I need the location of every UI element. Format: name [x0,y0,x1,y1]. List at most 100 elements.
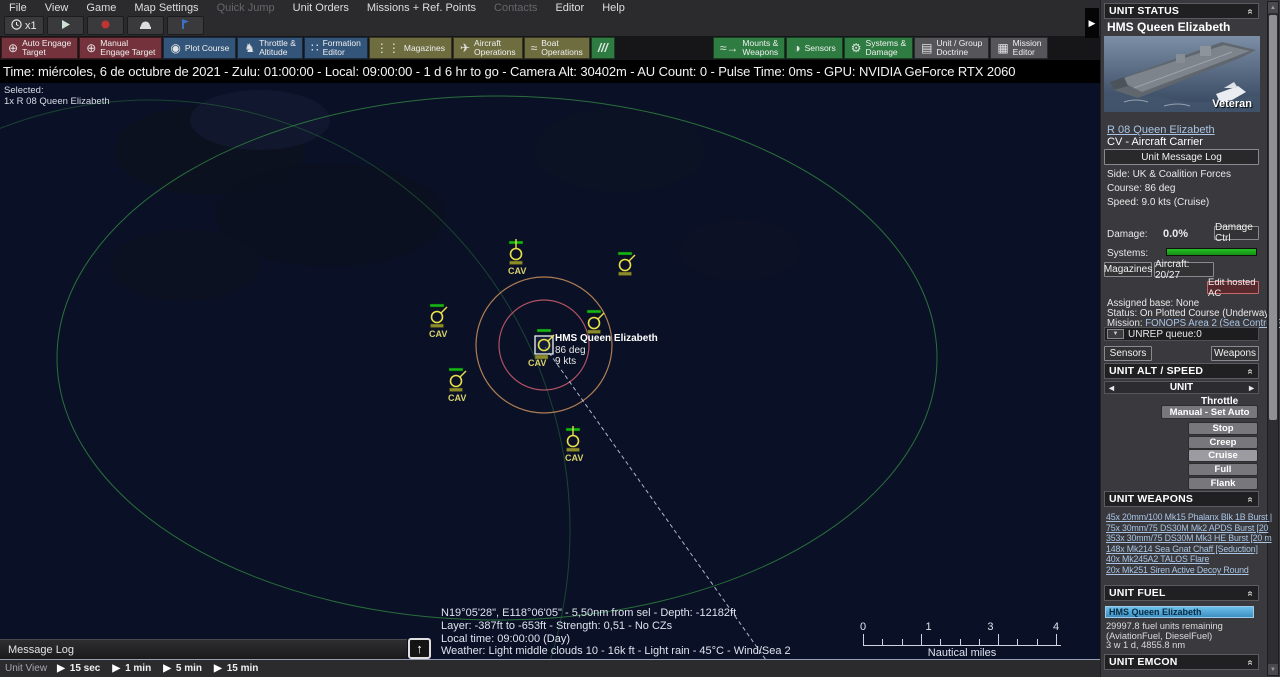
selected-label: Selected: [4,85,110,96]
unit-status-header[interactable]: UNIT STATUS » [1104,3,1259,19]
menu-item-file[interactable]: File [0,2,36,14]
magazines-button[interactable]: ⋮⋮Magazines [369,37,452,59]
expand-message-log-button[interactable]: ↑ [408,638,431,659]
throttle-icon: ♞ [244,42,255,54]
damage-label: Damage: [1107,229,1148,240]
screenshot-button[interactable] [127,16,164,35]
throttle-cruise-button[interactable]: Cruise [1188,449,1258,462]
aircraft-operations-button[interactable]: ✈Aircraft Operations [453,37,523,59]
weapon-link[interactable]: 353x 30mm/75 DS30M Mk3 HE Burst [20 m [1106,533,1272,543]
mounts-weapons-button[interactable]: ≈→Mounts & Weapons [713,37,786,59]
scale-tick [863,634,864,645]
engage-icon: ⊕ [86,42,96,54]
toolbar-button-label: Manual Engage Target [100,39,155,57]
chevron-left-icon[interactable]: ◄ [1107,383,1116,393]
menu-item-game[interactable]: Game [77,2,125,14]
manual-engage-target-button[interactable]: ⊕ Manual Engage Target [79,37,162,59]
time-step-label: 5 min [176,663,202,674]
unit-group-doctrine-button[interactable]: ▤Unit / Group Doctrine [914,37,989,59]
collapse-icon[interactable]: » [1245,497,1256,503]
unit-fuel-header[interactable]: UNIT FUEL » [1104,585,1259,601]
health-bar [537,329,551,332]
menu-item-map-settings[interactable]: Map Settings [125,2,207,14]
time-step-button-5-min[interactable]: ▶5 min [163,663,214,674]
bookmark-button[interactable] [167,16,204,35]
damage-value: 0.0% [1163,228,1188,240]
message-log-label: Message Log [0,644,74,656]
boat-operations-button[interactable]: ≈Boat Operations [524,37,590,59]
formation-editor-button[interactable]: ∷Formation Editor [304,37,368,59]
unit-emcon-header[interactable]: UNIT EMCON » [1104,654,1259,670]
menu-item-unit-orders[interactable]: Unit Orders [284,2,358,14]
slashes-icon: /// [598,42,608,54]
toolbar-button-label: Plot Course [185,44,229,53]
unit-db-link[interactable]: R 08 Queen Elizabeth [1107,124,1215,136]
unrep-queue-row[interactable]: ▼ UNREP queue:0 [1104,327,1259,341]
unit-alt-speed-header[interactable]: UNIT ALT / SPEED » [1104,363,1259,379]
weapons-panel-button[interactable]: Weapons [1211,346,1259,361]
aircraft-panel-button[interactable]: Aircraft: 20/27 [1154,262,1214,277]
collapse-icon[interactable]: » [1245,591,1256,597]
boat-icon: ≈ [531,42,538,54]
veteran-badge: Veteran [1212,98,1252,110]
chevron-down-icon[interactable]: ▼ [1107,329,1124,339]
unit-weapons-header[interactable]: UNIT WEAPONS » [1104,491,1259,507]
throttle-stop-button[interactable]: Stop [1188,422,1258,435]
magazine-bar [431,324,444,328]
damage-ctrl-button[interactable]: Damage Ctrl [1214,226,1259,240]
menu-item-missions-ref-points[interactable]: Missions + Ref. Points [358,2,485,14]
throttle-full-button[interactable]: Full [1188,463,1258,476]
throttle-creep-button[interactable]: Creep [1188,436,1258,449]
toolbar-button-label: Unit / Group Doctrine [937,39,983,57]
panel-scrollbar[interactable]: ▲ ▼ [1267,1,1279,676]
throttle-manual-auto-button[interactable]: Manual - Set Auto [1161,405,1258,419]
chevron-right-icon[interactable]: ► [1247,383,1256,393]
unit-message-log-button[interactable]: Unit Message Log [1104,149,1259,165]
unit-type-label: CV - Aircraft Carrier [1107,136,1203,148]
fuel-selected-unit[interactable]: HMS Queen Elizabeth [1105,606,1254,618]
play-icon [60,19,71,33]
weapon-link[interactable]: 75x 30mm/75 DS30M Mk2 APDS Burst [20 [1106,523,1268,533]
edit-hosted-ac-button[interactable]: Edit hosted AC [1207,281,1259,294]
tactical-map[interactable]: CAVCAVCAVCAVHMS Queen Elizabeth86 deg9 k… [0,0,1100,677]
time-step-label: 1 min [125,663,151,674]
sensors-panel-button[interactable]: Sensors [1104,346,1152,361]
time-step-button-15-min[interactable]: ▶15 min [214,663,270,674]
scroll-down-icon[interactable]: ▼ [1268,664,1278,675]
mission-editor-button[interactable]: ▦Mission Editor [990,37,1048,59]
time-compression-button[interactable]: x1 [4,16,44,35]
speed-label: Speed: 9.0 kts (Cruise) [1107,197,1209,208]
menu-item-help[interactable]: Help [593,2,634,14]
toolbar-button-label: Formation Editor [323,39,361,57]
sensors-button[interactable]: ◑Sensors [786,37,842,59]
menu-item-view[interactable]: View [36,2,78,14]
time-step-button-15-sec[interactable]: ▶15 sec [57,663,112,674]
magazines-panel-button[interactable]: Magazines [1104,262,1152,277]
collapse-icon[interactable]: » [1245,660,1256,666]
throttle-flank-button[interactable]: Flank [1188,477,1258,490]
message-log-bar[interactable]: Message Log [0,639,407,659]
time-step-button-1-min[interactable]: ▶ 1 min [112,663,163,674]
arrow-up-icon: ↑ [416,641,423,656]
weapon-link[interactable]: 45x 20mm/100 Mk15 Phalanx Blk 1B Burst | [1106,512,1272,522]
mounts-weapons-icon-button[interactable]: /// [591,37,615,59]
collapse-icon[interactable]: » [1245,9,1256,15]
play-icon: ▶ [112,663,120,674]
collapse-icon[interactable]: » [1245,369,1256,375]
scrollbar-thumb[interactable] [1269,15,1277,420]
systems-damage-button[interactable]: ⚙Systems & Damage [844,37,913,59]
plot-course-button[interactable]: ◉Plot Course [163,37,236,59]
weapon-link[interactable]: 20x Mk251 Siren Active Decoy Round [1106,565,1249,575]
record-button[interactable] [87,16,124,35]
auto-engage-target-button[interactable]: ⊕Auto Engage Target [1,37,78,59]
weapon-link[interactable]: 40x Mk245A2 TALOS Flare [1106,554,1209,564]
weapon-link[interactable]: 148x Mk214 Sea Gnat Chaff [Seduction] [1106,544,1258,554]
scroll-up-icon[interactable]: ▲ [1268,2,1278,13]
time-compression-label: x1 [25,20,37,32]
toolbar-button-label: Throttle & Altitude [259,39,296,57]
throttle-altitude-button[interactable]: ♞ Throttle & Altitude [237,37,303,59]
run-pause-button[interactable] [47,16,84,35]
unit-tab-bar[interactable]: ◄ UNIT ► [1104,381,1259,394]
side-panel-toggle-button[interactable]: ▶ [1085,8,1099,38]
menu-item-editor[interactable]: Editor [546,2,593,14]
